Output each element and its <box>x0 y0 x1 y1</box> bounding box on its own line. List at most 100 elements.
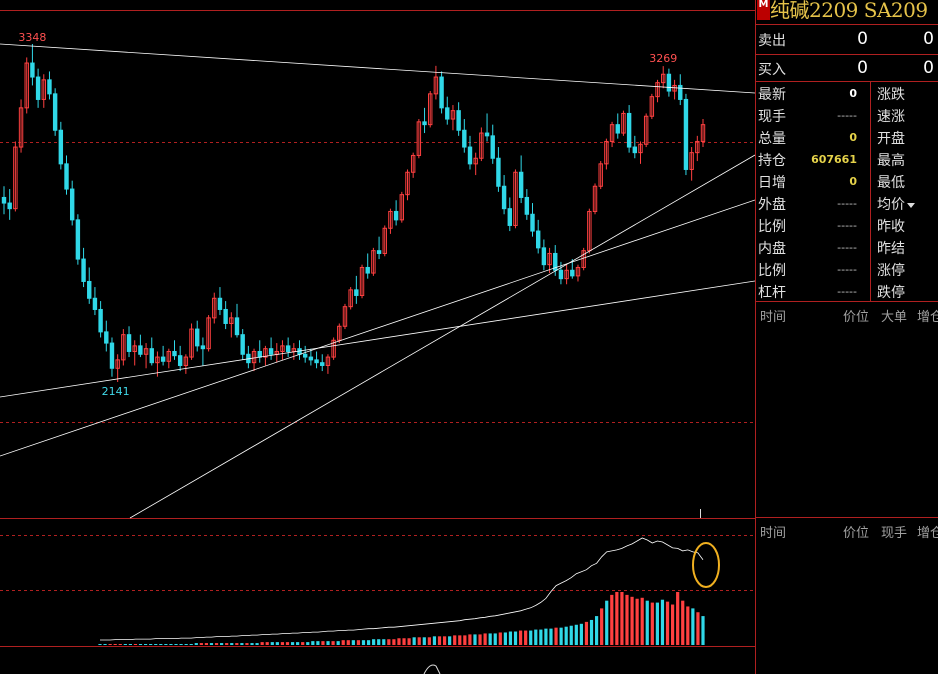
volume-bar <box>159 644 163 645</box>
contract-title: 纯碱2209 SA209 <box>770 0 928 22</box>
volume-bar <box>240 643 244 645</box>
volume-bar <box>407 638 411 645</box>
candle-body <box>365 266 370 274</box>
deals-hand-header: 现手 <box>881 526 908 541</box>
volume-bar <box>179 644 183 645</box>
quote-value: ----- <box>837 109 857 122</box>
volume-bar <box>655 602 659 645</box>
volume-bar <box>184 644 188 645</box>
trend-line <box>0 199 755 457</box>
volume-bar <box>432 636 437 645</box>
volume-bar <box>630 596 634 645</box>
volume-bar <box>660 599 665 645</box>
sell-price: 0 <box>857 29 868 49</box>
chevron-down-icon[interactable] <box>907 203 915 208</box>
volume-bar <box>640 597 644 645</box>
volume-bar <box>133 644 138 645</box>
trend-line <box>0 280 755 398</box>
volume-bar <box>260 642 264 645</box>
volume-bar <box>265 642 269 645</box>
volume-bar <box>230 643 234 645</box>
volume-bar <box>473 634 477 645</box>
candle-body <box>81 258 86 282</box>
candle-body <box>52 93 58 131</box>
candle-body <box>501 185 507 210</box>
candle-body <box>376 250 382 254</box>
volume-bar <box>458 635 462 645</box>
candle-body <box>200 345 206 350</box>
volume-bar <box>285 642 290 645</box>
ticks-add-header: 增仓 <box>917 310 938 325</box>
candle-body <box>172 350 177 357</box>
volume-bar <box>341 640 345 645</box>
volume-bar <box>534 629 538 645</box>
quote-value: 0 <box>849 131 857 144</box>
candle-body <box>302 353 308 358</box>
candle-body <box>445 107 450 120</box>
buy-price: 0 <box>857 58 868 78</box>
candle-body <box>615 124 620 134</box>
volume-bar <box>372 639 376 645</box>
volume-bar <box>493 633 497 645</box>
volume-bar <box>579 623 583 645</box>
volume-bar <box>513 631 518 645</box>
volume-bar <box>164 644 168 645</box>
candle-body <box>632 146 638 154</box>
quote-value: 0 <box>849 175 857 188</box>
candle-body <box>223 308 228 324</box>
candle-body <box>683 98 689 170</box>
candle-body <box>308 356 314 361</box>
quote-label: 外盘 <box>758 197 786 213</box>
candle-body <box>507 208 512 226</box>
candle-body <box>530 213 535 232</box>
candle-body <box>195 328 200 347</box>
volume-bar <box>387 639 391 645</box>
quote-label: 开盘 <box>877 131 905 147</box>
volume-bar <box>113 644 117 645</box>
futures-terminal: 3348 2141 3269 M 纯碱2209 SA209 卖出 0 0 买入 0 … <box>0 0 938 674</box>
quote-value: ----- <box>837 263 857 276</box>
candle-body <box>666 73 672 92</box>
volume-bar <box>650 602 654 645</box>
candle-body <box>64 163 69 190</box>
candle-body <box>109 342 115 369</box>
candle-body <box>456 110 461 131</box>
candle-body <box>541 247 547 266</box>
volume-bar <box>594 616 599 645</box>
quote-value: ----- <box>837 285 857 298</box>
volume-bar <box>676 592 680 645</box>
volume-bar <box>144 644 148 645</box>
candle-body <box>35 76 41 100</box>
volume-bar <box>610 594 614 645</box>
volume-bar <box>584 621 589 645</box>
volume-bar <box>235 643 239 645</box>
candle-body <box>160 356 166 362</box>
volume-bar <box>321 641 325 645</box>
volume-bar <box>508 631 513 645</box>
candle-body <box>496 157 501 187</box>
quote-value: 607661 <box>811 153 857 166</box>
volume-bar <box>204 643 209 645</box>
trend-line <box>0 43 755 94</box>
volume-bar <box>356 640 361 645</box>
volume-bar <box>209 643 214 645</box>
quote-value: ----- <box>837 219 857 232</box>
candle-body <box>217 297 223 310</box>
volume-bar <box>691 608 695 645</box>
quote-label: 日增 <box>758 175 786 191</box>
volume-bar <box>149 644 153 645</box>
volume-bar <box>422 637 426 645</box>
volume-bar <box>351 640 355 645</box>
price-chart[interactable]: 3348 2141 3269 <box>0 0 755 674</box>
candle-body <box>570 269 575 277</box>
candle-body <box>126 334 132 352</box>
sell-volume: 0 <box>923 29 934 49</box>
quote-value: ----- <box>837 241 857 254</box>
volume-bar <box>311 641 315 645</box>
buy-label: 买入 <box>758 62 786 78</box>
quote-label: 比例 <box>758 263 786 279</box>
candle-body <box>1 196 7 204</box>
quote-label: 总量 <box>758 131 786 147</box>
volume-bar <box>549 628 553 645</box>
volume-bar <box>290 642 295 645</box>
